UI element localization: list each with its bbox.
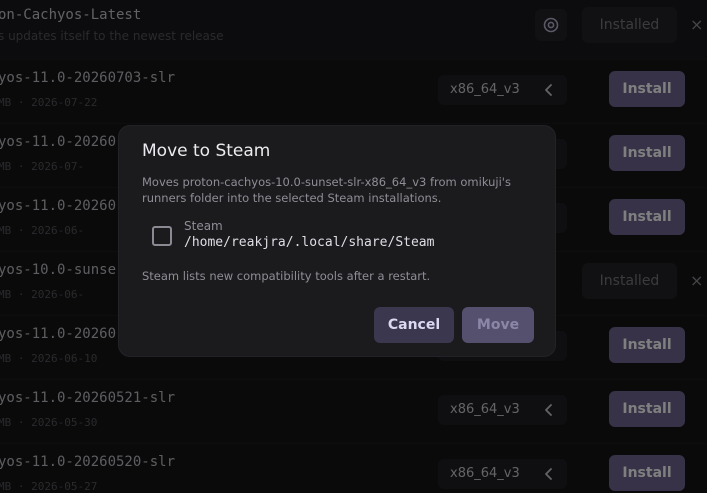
dialog-description: Moves proton-cachyos-10.0-sunset-slr-x86…	[142, 175, 511, 205]
steam-option-label: Steam	[184, 219, 223, 233]
dialog-title: Move to Steam	[142, 141, 271, 161]
cancel-button[interactable]: Cancel	[374, 307, 454, 343]
move-to-steam-dialog: Move to Steam Moves proton-cachyos-10.0-…	[118, 125, 556, 357]
steam-option-path: /home/reakjra/.local/share/Steam	[184, 235, 435, 250]
move-button[interactable]: Move	[462, 307, 534, 343]
dialog-note: Steam lists new compatibility tools afte…	[142, 269, 431, 283]
steam-install-checkbox[interactable]	[152, 226, 172, 246]
